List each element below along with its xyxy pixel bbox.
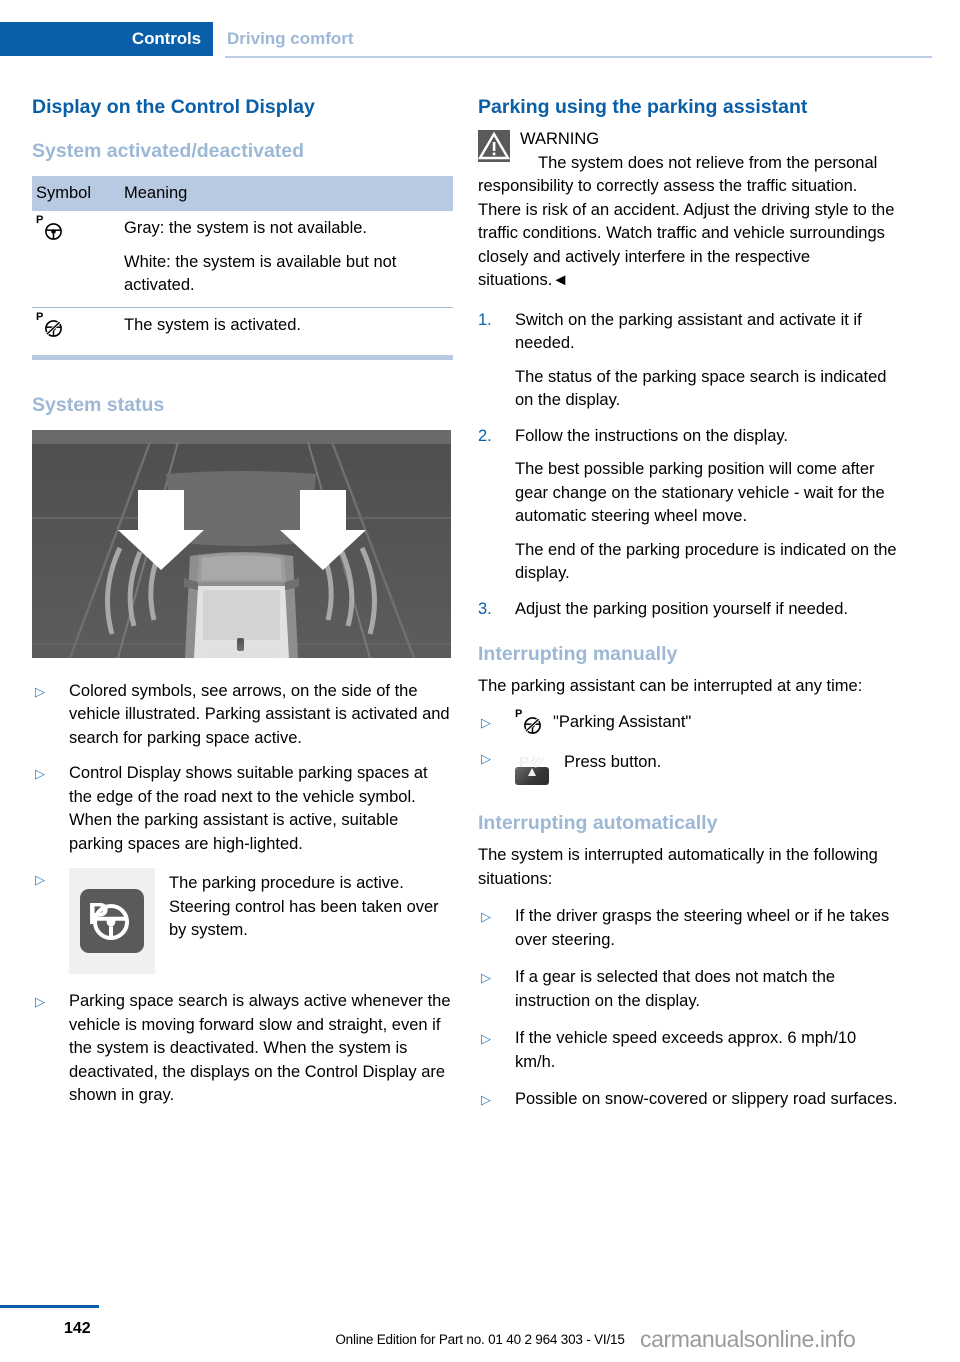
numbered-list-item: 1. Switch on the parking assistant and a…: [478, 309, 899, 413]
warning-text-body: The system does not relieve from the per…: [478, 153, 895, 290]
list-item-text: Colored symbols, see arrows, on the side…: [69, 681, 450, 747]
warning-text: The system does not relieve from the per…: [478, 152, 899, 293]
warning-block: WARNING The system does not relieve from…: [477, 128, 899, 293]
left-section-title: Display on the Control Display: [32, 96, 315, 118]
numbered-list-item: 3. Adjust the parking position yourself …: [478, 598, 899, 622]
list-item-text: "Parking Assistant": [553, 712, 692, 731]
list-item: ▷ Parking space search is always active …: [32, 990, 453, 1108]
triangle-bullet-icon: ▷: [35, 994, 45, 1009]
list-item-text: Possible on snow-covered or slippery roa…: [515, 1090, 898, 1108]
step-text: Switch on the parking assistant and acti…: [515, 310, 862, 353]
left-bullet-list: ▷ Colored symbols, see arrows, on the si…: [32, 680, 453, 1108]
interrupting-manually-list: ▷ P "Parking Assistant" ▷ P Press button…: [478, 708, 899, 789]
step-continuation: The end of the parking procedure is indi…: [515, 540, 897, 583]
parking-steps-list: 1. Switch on the parking assistant and a…: [478, 309, 899, 622]
step-number: 2.: [478, 426, 492, 445]
step-text: Adjust the parking position yourself if …: [515, 599, 848, 618]
numbered-list-item: 2. Follow the instructions on the displa…: [478, 425, 899, 586]
interrupting-automatically-intro: The system is interrupted automatically …: [478, 846, 878, 888]
header-divider: [225, 56, 932, 58]
triangle-bullet-icon: ▷: [481, 1092, 491, 1107]
step-text: Follow the instructions on the display.: [515, 426, 788, 445]
list-item: ▷ If a gear is selected that does not ma…: [478, 966, 899, 1013]
left-subsection-system-activated: System activated/deactivated: [32, 140, 305, 162]
step-number: 3.: [478, 599, 492, 618]
table-row: P Gray: the system is not available. Whi…: [32, 211, 453, 308]
symbol-cell: P: [32, 211, 124, 308]
parking-assistant-activated-icon: P: [515, 708, 545, 737]
list-item: ▷ If the driver grasps the steering whee…: [478, 905, 899, 952]
list-item: ▷ Control Display shows suitable parking…: [32, 762, 453, 856]
svg-text:P: P: [519, 754, 529, 771]
triangle-bullet-icon: ▷: [481, 750, 491, 766]
watermark: carmanualsonline.info: [640, 1326, 856, 1352]
list-item-text: Parking space search is always active wh…: [69, 992, 451, 1104]
warning-label: WARNING: [520, 130, 600, 148]
warning-triangle-icon: [477, 130, 511, 162]
triangle-bullet-icon: ▷: [481, 1031, 491, 1046]
footer-divider: [0, 1305, 99, 1308]
triangle-bullet-icon: ▷: [35, 683, 45, 699]
table-header-row: Symbol Meaning: [32, 176, 453, 211]
triangle-bullet-icon: ▷: [35, 766, 45, 781]
meaning-line: White: the system is available but not a…: [124, 252, 397, 295]
list-item-text: The parking procedure is active. Steerin…: [169, 874, 439, 939]
triangle-bullet-icon: ▷: [481, 970, 491, 985]
left-column: Display on the Control Display System ac…: [32, 96, 453, 1120]
icon-slot: P: [69, 868, 155, 974]
triangle-bullet-icon: ▷: [35, 872, 45, 887]
tab-driving-comfort[interactable]: Driving comfort: [213, 22, 354, 56]
parking-assistant-steering-wheel-icon: P: [36, 215, 70, 243]
symbol-cell: P: [32, 307, 124, 349]
list-item-with-icon: ▷ P Press button.: [478, 747, 899, 789]
list-item: ▷ If the vehicle speed exceeds approx. 6…: [478, 1027, 899, 1074]
table-row: P The system is activated.: [32, 307, 453, 349]
list-item-text: If the vehicle speed exceeds approx. 6 m…: [515, 1029, 857, 1071]
right-column: Parking using the parking assistant WARN…: [477, 96, 899, 1124]
step-number: 1.: [478, 310, 492, 329]
symbol-meaning-table: Symbol Meaning P Gray: the system is not…: [32, 176, 453, 349]
parking-procedure-active-tile-icon: P: [69, 868, 155, 974]
list-item: ▷ Colored symbols, see arrows, on the si…: [32, 680, 453, 751]
icon-slot: P: [515, 747, 549, 789]
list-item-text: Press button.: [564, 752, 662, 771]
list-item-with-icon: ▷ P The parking procedure is active. Ste…: [32, 868, 453, 974]
warning-end-mark: ◄: [552, 271, 569, 289]
triangle-bullet-icon: ▷: [481, 714, 491, 730]
list-item-with-icon: ▷ P "Parking Assistant": [478, 708, 899, 737]
left-subsection-system-status: System status: [32, 393, 165, 416]
pdc-button-icon: P: [515, 754, 549, 785]
tab-controls[interactable]: Controls: [0, 22, 213, 56]
meaning-cell: Gray: the system is not available. White…: [124, 211, 453, 308]
vehicle-parking-figure: [32, 429, 451, 658]
triangle-bullet-icon: ▷: [481, 909, 491, 924]
header-tabs: Controls Driving comfort: [0, 22, 960, 56]
parking-assistant-activated-icon: P: [36, 311, 70, 340]
interrupting-automatically-list: ▷ If the driver grasps the steering whee…: [478, 905, 899, 1112]
list-item-text: Control Display shows suitable parking s…: [69, 764, 428, 853]
list-item: ▷ Possible on snow-covered or slippery r…: [478, 1088, 899, 1112]
page-header: Controls Driving comfort: [0, 22, 960, 56]
step-continuation: The status of the parking space search i…: [515, 367, 887, 410]
list-item-text: If the driver grasps the steering wheel …: [515, 907, 890, 949]
icon-slot: P: [515, 708, 545, 737]
subsection-interrupting-manually: Interrupting manually: [478, 643, 678, 665]
right-section-title: Parking using the parking assistant: [478, 96, 808, 118]
table-bottom-bar: [32, 354, 453, 360]
subsection-interrupting-automatically: Interrupting automatically: [478, 812, 718, 834]
meaning-cell: The system is activated.: [124, 315, 301, 334]
meaning-line: Gray: the system is not available.: [124, 219, 368, 237]
column-header-meaning: Meaning: [124, 176, 453, 211]
interrupting-manually-intro: The parking assistant can be interrupted…: [478, 677, 863, 695]
step-continuation: The best possible parking position will …: [515, 460, 885, 525]
list-item-text: If a gear is selected that does not matc…: [515, 968, 836, 1010]
column-header-symbol: Symbol: [32, 176, 124, 211]
